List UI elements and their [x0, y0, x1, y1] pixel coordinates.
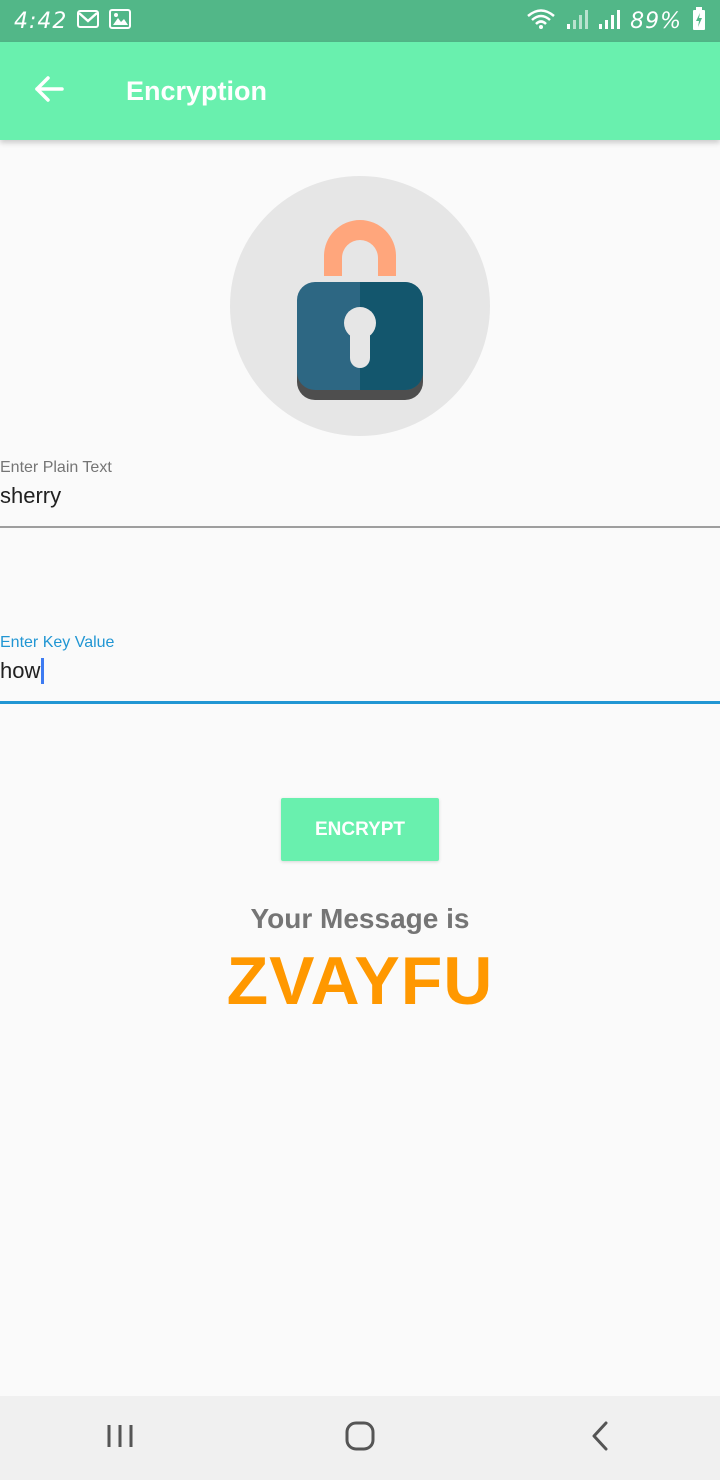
key-underline: [0, 701, 720, 704]
signal-icon: [598, 8, 621, 35]
status-right: 89%: [526, 6, 706, 36]
status-left: 4:42: [14, 8, 132, 34]
arrow-back-icon: [33, 73, 65, 110]
gmail-icon: [77, 9, 100, 33]
plain-text-field[interactable]: Enter Plain Text sherry: [0, 459, 720, 509]
text-cursor: [41, 658, 45, 684]
system-back-button[interactable]: [560, 1396, 640, 1480]
key-label: Enter Key Value: [0, 634, 115, 651]
status-time: 4:42: [14, 8, 68, 34]
wifi-icon: [526, 8, 556, 35]
battery-charging-icon: [692, 6, 706, 36]
key-field[interactable]: Enter Key Value how: [0, 634, 720, 684]
recents-button[interactable]: [80, 1396, 160, 1480]
plain-text-input[interactable]: sherry: [0, 483, 720, 509]
navigation-bar: [0, 1396, 720, 1480]
battery-percent: 89%: [630, 8, 682, 34]
app-bar: Encryption: [0, 42, 720, 140]
status-bar: 4:42 89%: [0, 0, 720, 42]
back-button[interactable]: [0, 42, 98, 140]
page-title: Encryption: [126, 75, 268, 106]
key-input[interactable]: how: [0, 658, 720, 684]
home-button[interactable]: [320, 1396, 400, 1480]
plain-text-label: Enter Plain Text: [0, 459, 112, 476]
encrypt-button[interactable]: ENCRYPT: [281, 798, 439, 861]
padlock-icon: [230, 220, 490, 440]
result-value: ZVAYFU: [226, 943, 494, 1019]
back-icon: [589, 1420, 611, 1457]
plain-text-value: sherry: [0, 483, 62, 508]
key-value: how: [0, 658, 41, 683]
lock-illustration: [230, 176, 490, 436]
signal-icon: [566, 8, 589, 35]
image-icon: [109, 8, 132, 34]
result-label: Your Message is: [250, 903, 470, 934]
recents-icon: [105, 1422, 135, 1455]
home-icon: [344, 1420, 376, 1457]
plain-text-underline: [0, 526, 720, 528]
